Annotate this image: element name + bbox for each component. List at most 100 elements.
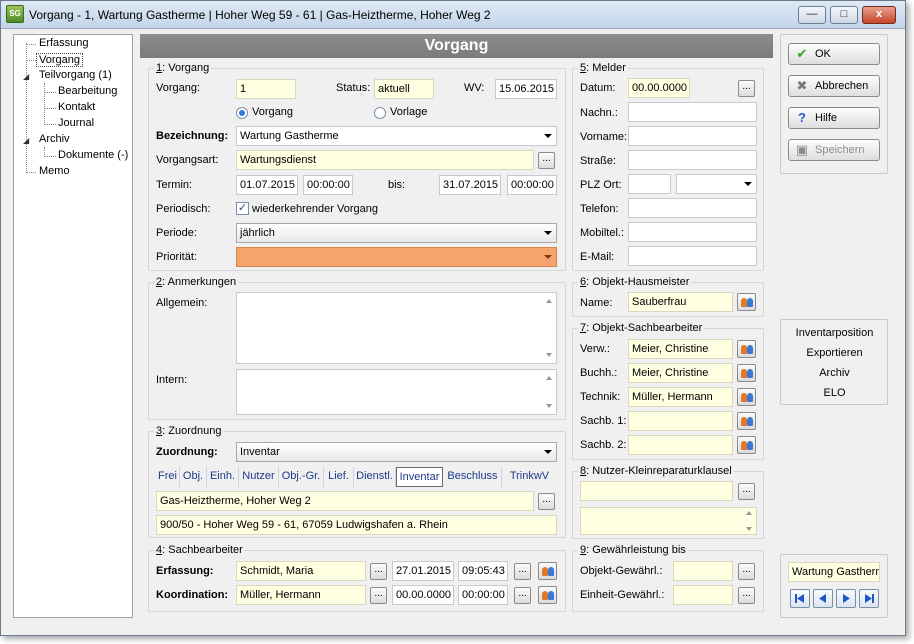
ok-button[interactable]: ✔ OK (788, 43, 880, 65)
inventarposition-link[interactable]: Inventarposition (781, 327, 888, 339)
erfassung-time-field[interactable]: 09:05:43 (458, 561, 508, 581)
exportieren-link[interactable]: Exportieren (781, 347, 888, 359)
tab-trinkwv[interactable]: TrinkwV (502, 467, 557, 487)
email-field[interactable] (628, 246, 757, 266)
tree-item-memo[interactable]: Memo (37, 165, 72, 177)
sachb2-field[interactable] (628, 435, 733, 455)
tab-lief[interactable]: Lief. (324, 467, 354, 487)
telefon-field[interactable] (628, 198, 757, 218)
vorname-field[interactable] (628, 126, 757, 146)
tree-item-bearbeitung[interactable]: Bearbeitung (56, 85, 119, 97)
strasse-field[interactable] (628, 150, 757, 170)
kleinreparatur-field[interactable] (580, 481, 733, 501)
vorgang-number-field[interactable]: 1 (236, 79, 296, 99)
hausmeister-name-field[interactable]: Sauberfrau (628, 292, 733, 312)
hilfe-button[interactable]: ? Hilfe (788, 107, 880, 129)
tab-obj[interactable]: Obj. (180, 467, 207, 487)
persons-icon[interactable] (737, 340, 756, 358)
objekt-gewaehrl-field[interactable] (673, 561, 733, 581)
technik-field[interactable]: Müller, Hermann (628, 387, 733, 407)
close-button[interactable]: x (862, 6, 896, 24)
previous-record-icon[interactable] (813, 589, 833, 608)
vorgangsart-field[interactable]: Wartungsdienst (236, 150, 534, 170)
kleinreparatur-textarea[interactable] (580, 507, 757, 535)
bis-time-field[interactable]: 00:00:00 (507, 175, 557, 195)
radio-vorlage-label: Vorlage (390, 106, 428, 118)
kleinreparatur-ellipsis-button[interactable]: ... (738, 483, 755, 500)
tree-item-vorgang[interactable]: Vorgang (36, 53, 83, 67)
persons-icon[interactable] (737, 293, 756, 311)
tab-beschluss[interactable]: Beschluss (444, 467, 502, 487)
tree-item-teilvorgang[interactable]: Teilvorgang (1) (37, 69, 114, 81)
next-record-icon[interactable] (836, 589, 856, 608)
tree-item-archiv[interactable]: Archiv (37, 133, 72, 145)
vorgangsart-ellipsis-button[interactable]: ... (538, 152, 555, 169)
bis-date-field[interactable]: 31.07.2015 (439, 175, 501, 195)
buchh-field[interactable]: Meier, Christine (628, 363, 733, 383)
zuordnung-ellipsis-button[interactable]: ... (538, 493, 555, 510)
sachb1-field[interactable] (628, 411, 733, 431)
persons-icon[interactable] (737, 364, 756, 382)
radio-vorlage[interactable] (374, 107, 386, 119)
wv-date-field[interactable]: 15.06.2015 (495, 79, 557, 99)
first-record-icon[interactable] (790, 589, 810, 608)
koordination-date-field[interactable]: 00.00.0000 (392, 585, 454, 605)
status-field[interactable]: aktuell (374, 79, 434, 99)
erfassung-ellipsis-button[interactable]: ... (370, 563, 387, 580)
intern-textarea[interactable] (236, 369, 557, 415)
radio-vorgang[interactable] (236, 107, 248, 119)
periode-combo[interactable]: jährlich (236, 223, 557, 243)
tree-item-erfassung[interactable]: Erfassung (37, 37, 91, 49)
termin-date-field[interactable]: 01.07.2015 (236, 175, 298, 195)
last-record-icon[interactable] (859, 589, 879, 608)
prioritaet-combo[interactable] (236, 247, 557, 267)
tab-frei[interactable]: Frei (156, 467, 180, 487)
maximize-button[interactable]: □ (830, 6, 858, 24)
einheit-gewaehrl-ellipsis-button[interactable]: ... (738, 587, 755, 604)
erfassung-date-ellipsis-button[interactable]: ... (514, 563, 531, 580)
periodisch-checkbox[interactable]: ✓ (236, 202, 249, 215)
persons-icon[interactable] (538, 562, 557, 580)
tab-dienstl[interactable]: Dienstl. (354, 467, 396, 487)
persons-icon[interactable] (737, 412, 756, 430)
koordination-name-field[interactable]: Müller, Hermann (236, 585, 366, 605)
zuordnung-line1-field[interactable]: Gas-Heiztherme, Hoher Weg 2 (156, 491, 534, 511)
speichern-button[interactable]: ▣ Speichern (788, 139, 880, 161)
persons-icon[interactable] (538, 586, 557, 604)
persons-icon[interactable] (737, 436, 756, 454)
expand-icon[interactable]: ◢ (23, 136, 29, 145)
zuordnung-combo[interactable]: Inventar (236, 442, 557, 462)
koordination-date-ellipsis-button[interactable]: ... (514, 587, 531, 604)
zuordnung-line2-field[interactable]: 900/50 - Hoher Weg 59 - 61, 67059 Ludwig… (156, 515, 557, 535)
expand-icon[interactable]: ◢ (23, 72, 29, 81)
mobiltel-field[interactable] (628, 222, 757, 242)
tab-nutzer[interactable]: Nutzer (239, 467, 279, 487)
plz-field[interactable] (628, 174, 671, 194)
einheit-gewaehrl-field[interactable] (673, 585, 733, 605)
tab-einh[interactable]: Einh. (207, 467, 239, 487)
abbrechen-button[interactable]: ✖ Abbrechen (788, 75, 880, 97)
tree-item-dokumente[interactable]: Dokumente (-) (56, 149, 130, 161)
tab-obj-gr[interactable]: Obj.-Gr. (279, 467, 324, 487)
melder-datum-field[interactable]: 00.00.0000 (628, 78, 690, 98)
erfassung-date-field[interactable]: 27.01.2015 (392, 561, 454, 581)
minimize-button[interactable]: — (798, 6, 826, 24)
melder-datum-ellipsis-button[interactable]: ... (738, 80, 755, 97)
archiv-link[interactable]: Archiv (781, 367, 888, 379)
verw-field[interactable]: Meier, Christine (628, 339, 733, 359)
tree-item-kontakt[interactable]: Kontakt (56, 101, 97, 113)
elo-link[interactable]: ELO (781, 387, 888, 399)
koordination-ellipsis-button[interactable]: ... (370, 587, 387, 604)
koordination-time-field[interactable]: 00:00:00 (458, 585, 508, 605)
ort-combo[interactable] (676, 174, 757, 194)
tab-inventar[interactable]: Inventar (396, 467, 443, 487)
persons-icon[interactable] (737, 388, 756, 406)
allgemein-textarea[interactable] (236, 292, 557, 364)
record-current-field[interactable]: Wartung Gastherme (788, 562, 880, 582)
objekt-gewaehrl-ellipsis-button[interactable]: ... (738, 563, 755, 580)
erfassung-name-field[interactable]: Schmidt, Maria (236, 561, 366, 581)
termin-time-field[interactable]: 00:00:00 (303, 175, 353, 195)
nachname-field[interactable] (628, 102, 757, 122)
tree-item-journal[interactable]: Journal (56, 117, 96, 129)
bezeichnung-combo[interactable]: Wartung Gastherme (236, 126, 557, 146)
